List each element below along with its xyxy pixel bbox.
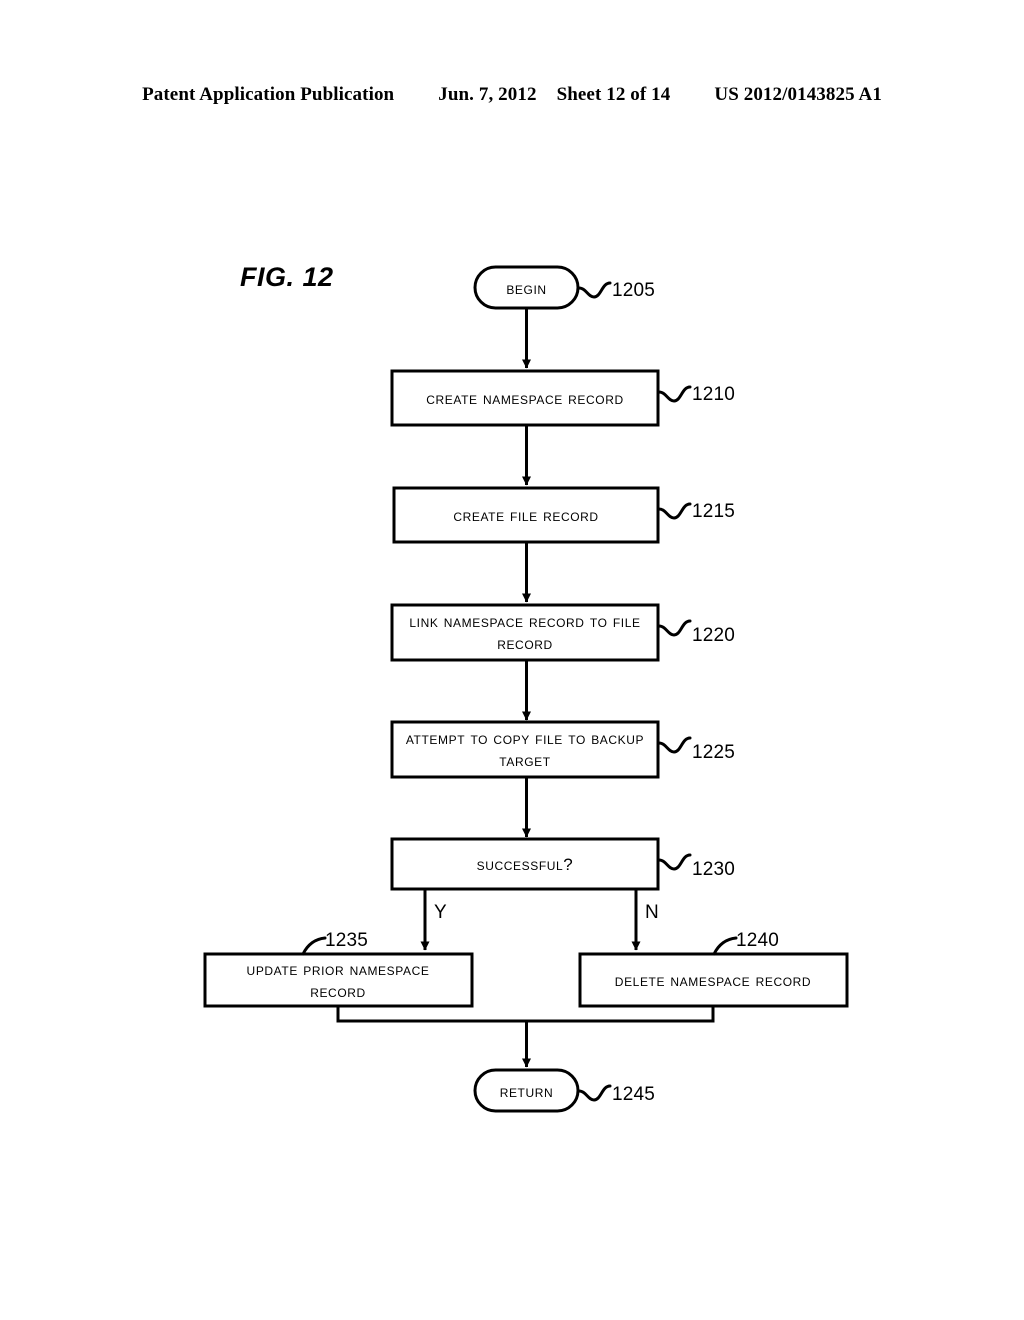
- node-delete-namespace-label: Delete Namespace Record: [615, 971, 811, 990]
- leader-1245: [577, 1084, 612, 1102]
- ref-number-1235: 1235: [325, 930, 368, 951]
- leader-1205: [577, 281, 612, 299]
- leader-1220: [657, 619, 692, 637]
- node-create-file-label: Create File Record: [453, 506, 598, 525]
- flowchart-diagram: Begin 1205 Create Namespace Record 1210 …: [203, 265, 849, 1113]
- node-begin-label: Begin: [506, 279, 546, 298]
- leader-1230: [657, 853, 692, 871]
- ref-number-1225: 1225: [692, 742, 735, 763]
- node-attempt-copy-label-line2: Target: [499, 751, 550, 770]
- node-link-records-label-line2: Record: [497, 634, 553, 653]
- ref-number-1230: 1230: [692, 859, 735, 880]
- leader-1210: [657, 385, 692, 403]
- node-update-prior-label-line1: Update Prior Namespace: [247, 960, 430, 979]
- node-update-prior-label-line2: Record: [310, 982, 366, 1001]
- node-attempt-copy: Attempt to Copy File to Backup Target 12…: [390, 720, 735, 779]
- ref-number-1210: 1210: [692, 384, 735, 405]
- leader-1215: [657, 502, 692, 520]
- node-return: Return 1245: [473, 1068, 655, 1113]
- leader-1235: [301, 936, 327, 956]
- branch-label-no: N: [645, 902, 659, 923]
- node-return-label: Return: [500, 1082, 554, 1101]
- leader-1240: [712, 936, 738, 956]
- ref-number-1215: 1215: [692, 501, 735, 522]
- connector-merge-branches: [336, 1006, 715, 1023]
- ref-number-1240: 1240: [736, 930, 779, 951]
- node-update-prior: Update Prior Namespace Record 1235: [203, 930, 474, 1008]
- node-link-records-label-line1: Link Namespace Record to File: [409, 612, 640, 631]
- ref-number-1205: 1205: [612, 280, 655, 301]
- node-create-namespace-label: Create Namespace Record: [426, 389, 624, 408]
- node-successful-label: Successful?: [477, 855, 574, 874]
- node-delete-namespace: Delete Namespace Record 1240: [578, 930, 849, 1008]
- ref-number-1220: 1220: [692, 625, 735, 646]
- node-link-records: Link Namespace Record to File Record 122…: [390, 603, 735, 662]
- node-successful: Successful? 1230: [390, 837, 735, 891]
- branch-label-yes: Y: [434, 902, 447, 923]
- node-create-namespace: Create Namespace Record 1210: [390, 369, 735, 427]
- ref-number-1245: 1245: [612, 1084, 655, 1105]
- node-attempt-copy-label-line1: Attempt to Copy File to Backup: [406, 729, 644, 748]
- leader-1225: [657, 736, 692, 754]
- node-begin: Begin 1205: [473, 265, 655, 310]
- node-create-file: Create File Record 1215: [392, 486, 735, 544]
